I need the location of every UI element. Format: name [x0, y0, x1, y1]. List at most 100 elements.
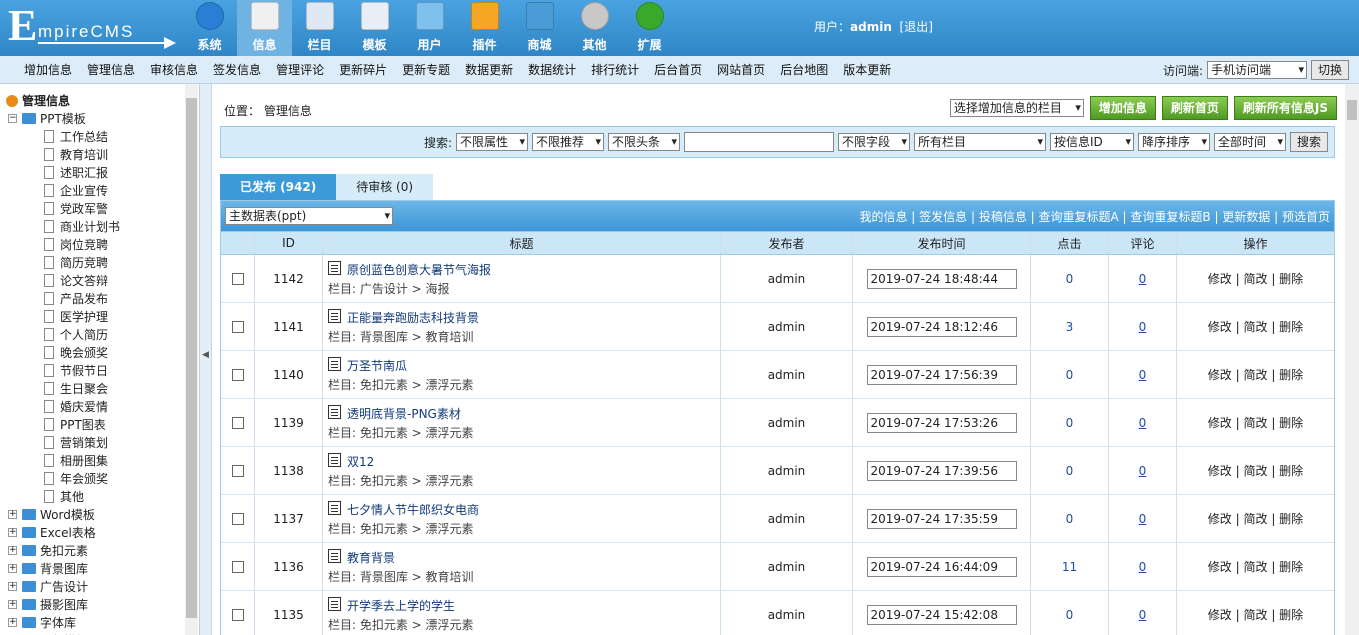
- logout-link[interactable]: [退出]: [900, 20, 933, 34]
- table-link[interactable]: 查询重复标题A: [1039, 210, 1119, 224]
- row-title-link[interactable]: 双12: [347, 455, 374, 469]
- row-comments-link[interactable]: 0: [1139, 272, 1147, 286]
- row-category[interactable]: 栏目: 免扣元素 > 漂浮元素: [328, 424, 474, 441]
- main-scroll-thumb[interactable]: [1347, 100, 1357, 120]
- topnav-folder[interactable]: 栏目: [292, 0, 347, 56]
- topnav-tools[interactable]: 插件: [457, 0, 512, 56]
- row-category[interactable]: 栏目: 免扣元素 > 漂浮元素: [328, 376, 474, 393]
- row-category[interactable]: 栏目: 免扣元素 > 漂浮元素: [328, 616, 474, 633]
- order-by-select[interactable]: 按信息ID: [1049, 133, 1134, 151]
- switch-button[interactable]: 切换: [1310, 60, 1349, 80]
- row-title-link[interactable]: 透明底背景-PNG素材: [347, 407, 461, 421]
- row-title-link[interactable]: 教育背景: [347, 551, 395, 565]
- tree-leaf[interactable]: 年会颁奖: [6, 470, 186, 488]
- expand-icon[interactable]: +: [8, 618, 17, 627]
- order-select[interactable]: 降序排序: [1137, 133, 1210, 151]
- delete-link[interactable]: 删除: [1279, 366, 1303, 383]
- tree-leaf[interactable]: 商业计划书: [6, 218, 186, 236]
- tree-leaf[interactable]: 党政军警: [6, 200, 186, 218]
- row-comments-link[interactable]: 0: [1139, 512, 1147, 526]
- tree-node-open[interactable]: − PPT模板: [6, 110, 186, 128]
- edit-link[interactable]: 修改: [1208, 510, 1232, 527]
- topnav-globe[interactable]: 系统: [182, 0, 237, 56]
- row-time-field[interactable]: 2019-07-24 18:12:46: [866, 316, 1017, 337]
- row-time-field[interactable]: 2019-07-24 15:42:08: [866, 604, 1017, 625]
- expand-icon[interactable]: +: [8, 564, 17, 573]
- row-checkbox[interactable]: [231, 464, 244, 477]
- row-time-field[interactable]: 2019-07-24 17:53:26: [866, 412, 1017, 433]
- tree-folder[interactable]: + Excel表格: [6, 524, 186, 542]
- simple-edit-link[interactable]: 简改: [1243, 270, 1267, 287]
- tree-leaf[interactable]: 其他: [6, 488, 186, 506]
- simple-edit-link[interactable]: 简改: [1243, 414, 1267, 431]
- subnav-item[interactable]: 数据统计: [528, 61, 576, 78]
- row-time-field[interactable]: 2019-07-24 16:44:09: [866, 556, 1017, 577]
- sidebar-toggle[interactable]: ◀: [200, 84, 212, 635]
- row-category[interactable]: 栏目: 背景图库 > 教育培训: [328, 568, 474, 585]
- row-title-link[interactable]: 七夕情人节牛郎织女电商: [347, 503, 479, 517]
- search-button[interactable]: 搜索: [1289, 132, 1328, 152]
- subnav-item[interactable]: 管理信息: [87, 61, 135, 78]
- row-checkbox[interactable]: [231, 512, 244, 525]
- simple-edit-link[interactable]: 简改: [1243, 558, 1267, 575]
- row-category[interactable]: 栏目: 免扣元素 > 漂浮元素: [328, 520, 474, 537]
- subnav-item[interactable]: 排行统计: [591, 61, 639, 78]
- edit-link[interactable]: 修改: [1208, 318, 1232, 335]
- topnav-plus[interactable]: 扩展: [622, 0, 677, 56]
- attr-select[interactable]: 不限属性: [455, 133, 528, 151]
- tree-leaf[interactable]: 产品发布: [6, 290, 186, 308]
- subnav-item[interactable]: 网站首页: [717, 61, 765, 78]
- tree-folder[interactable]: + 字体库: [6, 614, 186, 632]
- row-comments-link[interactable]: 0: [1139, 416, 1147, 430]
- refresh-home-button[interactable]: 刷新首页: [1161, 96, 1228, 120]
- column-select[interactable]: 所有栏目: [913, 133, 1046, 151]
- row-comments-link[interactable]: 0: [1139, 368, 1147, 382]
- tree-leaf[interactable]: 简历竞聘: [6, 254, 186, 272]
- edit-link[interactable]: 修改: [1208, 462, 1232, 479]
- row-comments-link[interactable]: 0: [1139, 560, 1147, 574]
- field-select[interactable]: 不限字段: [837, 133, 910, 151]
- delete-link[interactable]: 删除: [1279, 270, 1303, 287]
- row-time-field[interactable]: 2019-07-24 17:35:59: [866, 508, 1017, 529]
- table-link[interactable]: 更新数据: [1222, 210, 1270, 224]
- edit-link[interactable]: 修改: [1208, 558, 1232, 575]
- edit-link[interactable]: 修改: [1208, 366, 1232, 383]
- row-checkbox[interactable]: [231, 560, 244, 573]
- search-input[interactable]: [683, 132, 834, 152]
- add-column-select[interactable]: 选择增加信息的栏目: [949, 99, 1084, 117]
- tree-leaf[interactable]: 教育培训: [6, 146, 186, 164]
- table-link[interactable]: 我的信息: [859, 210, 907, 224]
- table-link[interactable]: 投稿信息: [979, 210, 1027, 224]
- expand-icon[interactable]: +: [8, 546, 17, 555]
- topnav-notepad[interactable]: 信息: [237, 0, 292, 56]
- subnav-item[interactable]: 更新碎片: [339, 61, 387, 78]
- tab-published[interactable]: 已发布 (942): [220, 174, 337, 200]
- topnav-card[interactable]: 商城: [512, 0, 567, 56]
- row-title-link[interactable]: 万圣节南瓜: [347, 359, 407, 373]
- row-comments-link[interactable]: 0: [1139, 320, 1147, 334]
- tree-leaf[interactable]: 生日聚会: [6, 380, 186, 398]
- delete-link[interactable]: 删除: [1279, 318, 1303, 335]
- expand-icon[interactable]: +: [8, 582, 17, 591]
- delete-link[interactable]: 删除: [1279, 462, 1303, 479]
- simple-edit-link[interactable]: 简改: [1243, 462, 1267, 479]
- subnav-item[interactable]: 更新专题: [402, 61, 450, 78]
- delete-link[interactable]: 删除: [1279, 558, 1303, 575]
- simple-edit-link[interactable]: 简改: [1243, 366, 1267, 383]
- subnav-item[interactable]: 版本更新: [843, 61, 891, 78]
- row-comments-link[interactable]: 0: [1139, 464, 1147, 478]
- row-title-link[interactable]: 开学季去上学的学生: [347, 599, 455, 613]
- row-checkbox[interactable]: [231, 368, 244, 381]
- row-category[interactable]: 栏目: 背景图库 > 教育培训: [328, 328, 474, 345]
- row-checkbox[interactable]: [231, 608, 244, 621]
- collapse-icon[interactable]: −: [8, 114, 17, 123]
- tree-leaf[interactable]: 营销策划: [6, 434, 186, 452]
- tree-leaf[interactable]: PPT图表: [6, 416, 186, 434]
- row-comments-link[interactable]: 0: [1139, 608, 1147, 622]
- table-link[interactable]: 预选首页: [1282, 210, 1330, 224]
- tree-folder[interactable]: + Word模板: [6, 506, 186, 524]
- topnav-window[interactable]: 模板: [347, 0, 402, 56]
- topnav-gear[interactable]: 其他: [567, 0, 622, 56]
- simple-edit-link[interactable]: 简改: [1243, 606, 1267, 623]
- tree-leaf[interactable]: 个人简历: [6, 326, 186, 344]
